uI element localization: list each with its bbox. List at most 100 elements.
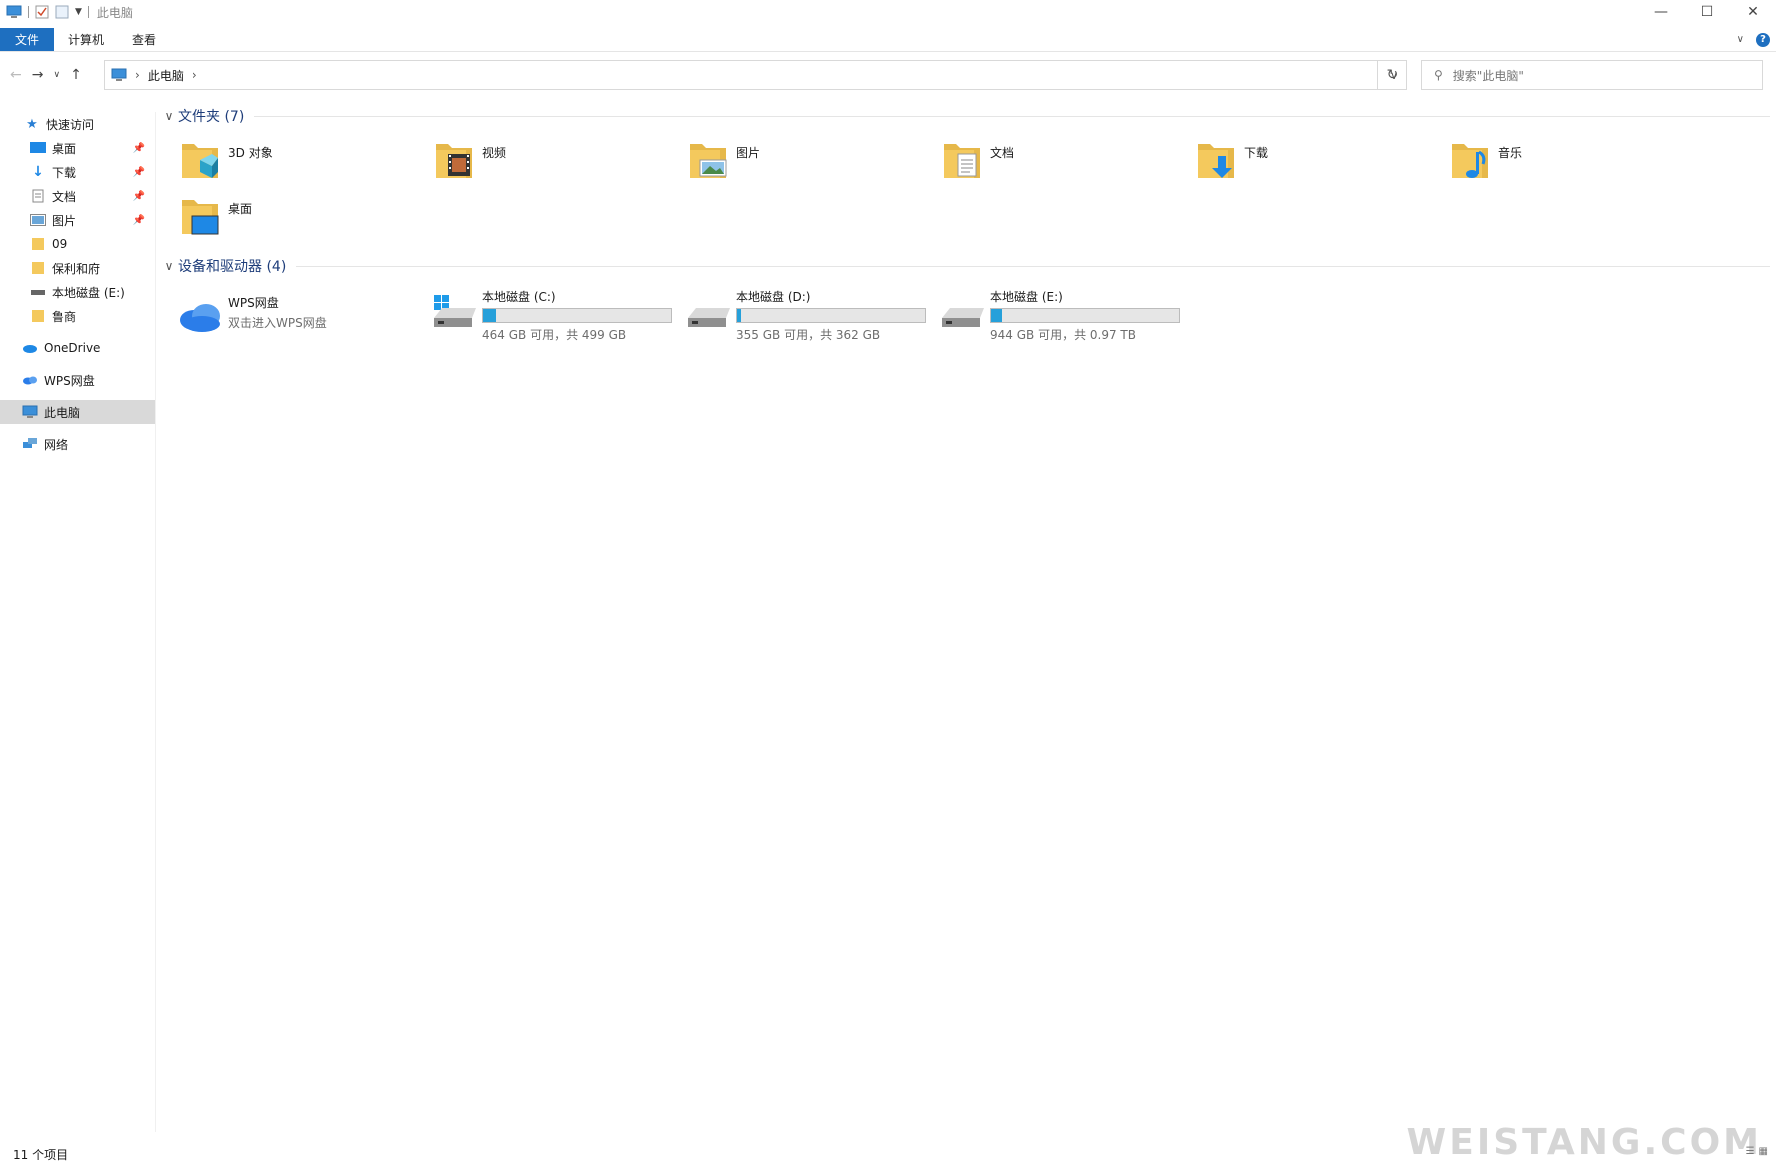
sidebar-item-network[interactable]: 网络 bbox=[0, 432, 155, 456]
drive-d[interactable]: 本地磁盘 (D:) 355 GB 可用，共 362 GB bbox=[686, 288, 940, 348]
chevron-right-icon[interactable]: › bbox=[135, 68, 140, 82]
drive-e[interactable]: 本地磁盘 (E:) 944 GB 可用，共 0.97 TB bbox=[940, 288, 1194, 348]
pin-icon[interactable]: 📌 bbox=[133, 167, 145, 178]
up-icon[interactable]: ↑ bbox=[70, 67, 82, 83]
pictures-icon bbox=[690, 144, 727, 178]
chevron-right-icon[interactable]: › bbox=[192, 68, 197, 82]
folder-3d-objects[interactable]: 3D 对象 bbox=[180, 138, 434, 184]
sidebar-item-this-pc[interactable]: 此电脑 bbox=[0, 400, 155, 424]
expand-ribbon-icon[interactable]: ∨ bbox=[1737, 34, 1744, 45]
sidebar-item-label: 本地磁盘 (E:) bbox=[52, 285, 125, 300]
folders-grid: 3D 对象 视频 图片 文档 下载 音乐 桌面 bbox=[180, 138, 1776, 240]
sidebar-item-label: 文档 bbox=[52, 189, 77, 204]
desktop-icon bbox=[30, 141, 46, 155]
3d-objects-icon bbox=[182, 144, 218, 178]
wps-cloud-icon bbox=[180, 304, 220, 332]
drive-usage-bar bbox=[736, 308, 926, 323]
drive-usage-bar bbox=[482, 308, 672, 323]
divider bbox=[296, 265, 1770, 267]
new-folder-icon[interactable] bbox=[55, 5, 69, 19]
sidebar-item-documents[interactable]: 文档 📌 bbox=[0, 184, 155, 208]
search-input[interactable]: ⚲ 搜索"此电脑" bbox=[1421, 60, 1763, 90]
back-icon[interactable]: ← bbox=[10, 67, 22, 83]
forward-icon[interactable]: → bbox=[32, 67, 44, 83]
item-count: 11 个项目 bbox=[13, 1147, 69, 1162]
folder-pictures[interactable]: 图片 bbox=[688, 138, 942, 184]
close-button[interactable]: ✕ bbox=[1730, 0, 1776, 24]
sidebar-item-drive-e[interactable]: 本地磁盘 (E:) bbox=[0, 280, 155, 304]
window-controls: — ☐ ✕ bbox=[1638, 0, 1776, 24]
download-arrow-icon: ↓ bbox=[32, 164, 44, 180]
drive-usage-fill bbox=[737, 309, 741, 322]
pin-icon[interactable]: 📌 bbox=[133, 191, 145, 202]
sidebar-item-onedrive[interactable]: OneDrive bbox=[0, 336, 155, 360]
pin-icon[interactable]: 📌 bbox=[133, 143, 145, 154]
drive-info: 本地磁盘 (D:) 355 GB 可用，共 362 GB bbox=[736, 288, 926, 343]
sidebar-item-pictures[interactable]: 图片 📌 bbox=[0, 208, 155, 232]
large-icons-view-icon[interactable]: ▦ bbox=[1759, 1146, 1768, 1157]
sidebar-item-desktop[interactable]: 桌面 📌 bbox=[0, 136, 155, 160]
customize-qat-icon[interactable]: ▼ bbox=[75, 7, 82, 17]
drive-info: 本地磁盘 (C:) 464 GB 可用，共 499 GB bbox=[482, 288, 672, 343]
folder-documents[interactable]: 文档 bbox=[942, 138, 1196, 184]
details-view-icon[interactable]: ☰ bbox=[1746, 1146, 1755, 1157]
sidebar-item-quick-access[interactable]: ★ 快速访问 bbox=[0, 112, 155, 136]
sidebar-item-label: 图片 bbox=[52, 213, 77, 228]
drive-name: WPS网盘 bbox=[228, 296, 279, 310]
document-icon bbox=[30, 189, 46, 203]
documents-icon bbox=[944, 144, 980, 178]
ribbon-right: ∨ ? bbox=[1737, 28, 1776, 51]
windows-drive-icon bbox=[434, 295, 476, 327]
wps-drive-item[interactable]: WPS网盘 双击进入WPS网盘 bbox=[178, 288, 432, 348]
folder-downloads[interactable]: 下载 bbox=[1196, 138, 1450, 184]
sidebar-item-label: 保利和府 bbox=[52, 261, 101, 276]
sidebar-item-folder-baoli[interactable]: 保利和府 bbox=[0, 256, 155, 280]
pin-icon[interactable]: 📌 bbox=[133, 215, 145, 226]
drive-icon bbox=[942, 308, 984, 327]
drive-c[interactable]: 本地磁盘 (C:) 464 GB 可用，共 499 GB bbox=[432, 288, 686, 348]
refresh-button[interactable]: ↻ bbox=[1377, 60, 1407, 90]
drive-free-space: 355 GB 可用，共 362 GB bbox=[736, 328, 881, 342]
group-label: 文件夹 (7) bbox=[178, 109, 245, 125]
folder-icon bbox=[30, 309, 46, 323]
breadcrumb: › 此电脑 › bbox=[111, 67, 197, 84]
sidebar-item-folder-lushang[interactable]: 鲁商 bbox=[0, 304, 155, 328]
sidebar-item-wps[interactable]: WPS网盘 bbox=[0, 368, 155, 392]
desktop-icon bbox=[182, 200, 219, 235]
folder-desktop[interactable]: 桌面 bbox=[180, 194, 434, 240]
help-icon[interactable]: ? bbox=[1756, 32, 1770, 47]
recent-locations-icon[interactable]: ∨ bbox=[53, 70, 60, 80]
address-row: ← → ∨ ↑ › 此电脑 › ∨ ↻ ⚲ 搜索"此电脑" bbox=[0, 60, 1776, 90]
minimize-button[interactable]: — bbox=[1638, 0, 1684, 24]
address-bar[interactable]: › 此电脑 › ∨ bbox=[104, 60, 1407, 90]
drive-icon bbox=[30, 285, 46, 299]
sidebar-item-folder-09[interactable]: 09 bbox=[0, 232, 155, 256]
maximize-button[interactable]: ☐ bbox=[1684, 0, 1730, 24]
sidebar-item-label: 下载 bbox=[52, 165, 77, 180]
folder-music[interactable]: 音乐 bbox=[1450, 138, 1704, 184]
drive-name: 本地磁盘 (E:) bbox=[990, 290, 1063, 304]
divider bbox=[254, 115, 1770, 117]
sidebar-item-downloads[interactable]: ↓ 下载 📌 bbox=[0, 160, 155, 184]
tab-computer[interactable]: 计算机 bbox=[54, 28, 118, 51]
breadcrumb-this-pc[interactable]: 此电脑 bbox=[148, 67, 184, 84]
drives-grid: WPS网盘 双击进入WPS网盘 本地磁盘 (C:) 464 GB 可用，共 49… bbox=[178, 288, 1776, 348]
search-icon: ⚲ bbox=[1434, 68, 1443, 82]
tab-view[interactable]: 查看 bbox=[118, 28, 170, 51]
star-icon: ★ bbox=[26, 116, 38, 132]
view-buttons: ☰ ▦ bbox=[1746, 1146, 1768, 1157]
group-header-devices[interactable]: ∨ 设备和驱动器 (4) bbox=[160, 254, 1776, 278]
drive-info: WPS网盘 双击进入WPS网盘 bbox=[228, 294, 327, 331]
network-icon bbox=[22, 437, 38, 451]
properties-icon[interactable] bbox=[35, 5, 49, 19]
watermark-text: WEISTANG.COM bbox=[1406, 1122, 1762, 1163]
computer-icon bbox=[22, 405, 38, 419]
group-header-folders[interactable]: ∨ 文件夹 (7) bbox=[160, 104, 1776, 128]
sidebar-item-label: 鲁商 bbox=[52, 309, 77, 324]
drive-usage-fill bbox=[483, 309, 497, 322]
folder-videos[interactable]: 视频 bbox=[434, 138, 688, 184]
drive-subtitle: 双击进入WPS网盘 bbox=[228, 316, 327, 330]
folder-label: 视频 bbox=[482, 146, 507, 160]
content-pane: ∨ 文件夹 (7) 3D 对象 视频 图片 文档 下载 音乐 桌面 ∨ 设备和驱… bbox=[160, 104, 1776, 348]
tab-file[interactable]: 文件 bbox=[0, 28, 54, 51]
